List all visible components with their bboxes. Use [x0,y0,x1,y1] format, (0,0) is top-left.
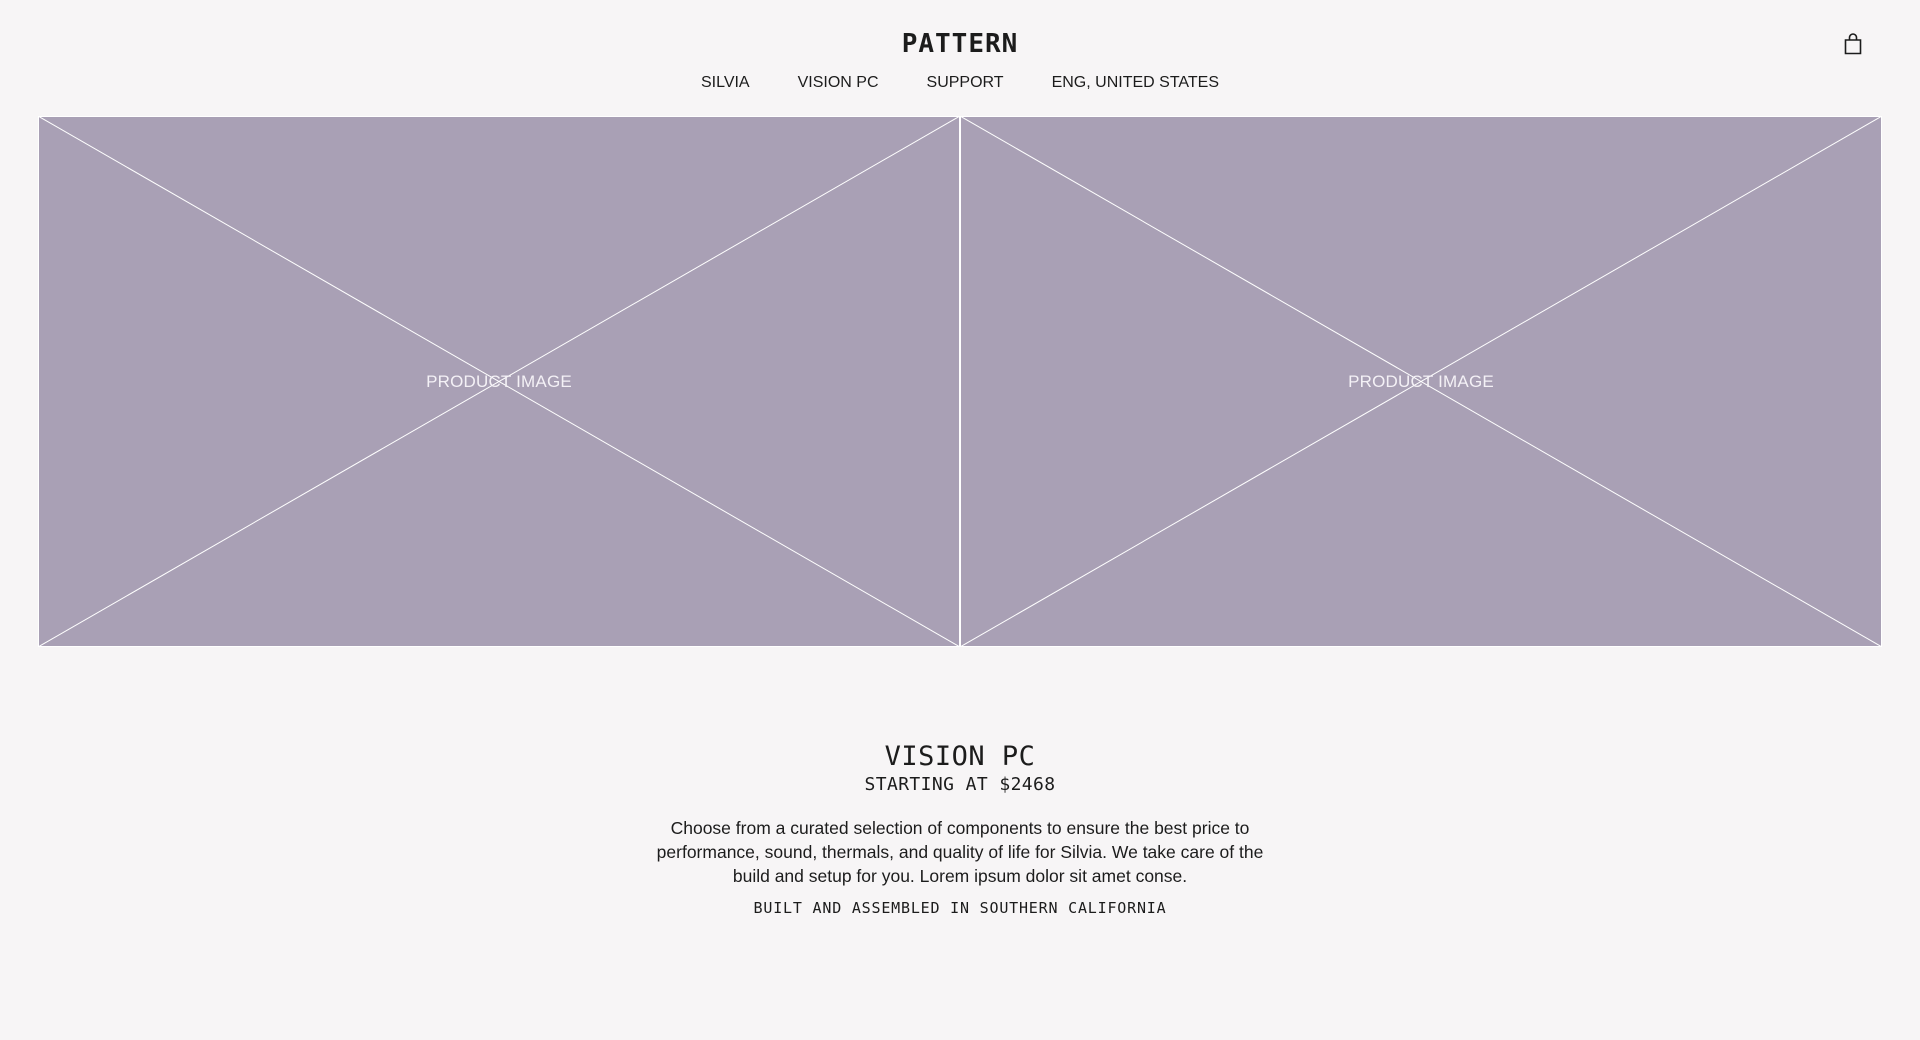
site-header: PATTERN SILVIA VISION PC SUPPORT ENG, UNITE… [0,0,1920,116]
product-title: VISION PC [884,741,1036,772]
nav-item-vision-pc[interactable]: VISION PC [798,72,879,94]
nav-item-language-region[interactable]: ENG, UNITED STATES [1052,72,1219,94]
brand-logo[interactable]: PATTERN [0,26,1920,62]
product-description: Choose from a curated selection of compo… [656,818,1264,886]
nav-item-support[interactable]: SUPPORT [927,72,1004,94]
nav-item-silvia[interactable]: SILVIA [701,72,750,94]
product-image-1[interactable]: PRODUCT IMAGE [38,116,960,647]
cart-button[interactable] [1842,32,1864,56]
shopping-bag-icon [1844,33,1862,55]
product-image-label: PRODUCT IMAGE [426,371,572,391]
product-origin: BUILT AND ASSEMBLED IN SOUTHERN CALIFORN… [753,899,1167,917]
product-image-2[interactable]: PRODUCT IMAGE [960,116,1882,647]
product-info: VISION PC STARTING AT $2468 Choose from … [0,740,1920,918]
product-gallery: PRODUCT IMAGE PRODUCT IMAGE [38,116,1882,647]
main-nav: SILVIA VISION PC SUPPORT ENG, UNITED STATES [0,72,1920,94]
product-price: STARTING AT $2468 [864,774,1056,795]
product-image-label: PRODUCT IMAGE [1348,371,1494,391]
